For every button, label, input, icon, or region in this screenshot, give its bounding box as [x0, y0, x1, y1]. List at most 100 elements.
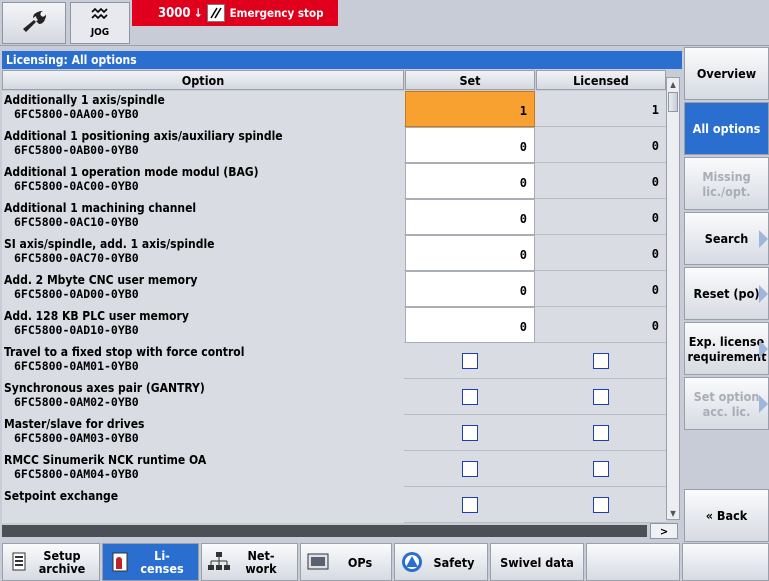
option-cell: Add. 2 Mbyte CNC user memory 6FC5800-0AD0… [2, 271, 404, 307]
scroll-right-button[interactable]: > [650, 523, 678, 539]
bottom-softkey-empty-6[interactable] [586, 543, 680, 581]
softkey-label: Net- work [245, 548, 277, 576]
softkey-label: Li- censes [140, 548, 184, 576]
softkey-label: Exp. license requirement [687, 333, 767, 364]
set-checkbox[interactable] [462, 425, 478, 441]
acknowledge-icon[interactable] [206, 4, 225, 22]
option-cell: Setpoint exchange [2, 487, 404, 523]
softkey-missing-lic-opt[interactable]: Missing lic./opt. [684, 157, 769, 210]
option-name: Additionally 1 axis/spindle [4, 93, 165, 107]
option-cell: Additional 1 machining channel 6FC5800-0A… [2, 199, 404, 235]
option-cell: Synchronous axes pair (GANTRY) 6FC5800-0A… [2, 379, 404, 415]
table-row[interactable]: Additional 1 positioning axis/auxiliary … [2, 127, 666, 163]
table-row[interactable]: Synchronous axes pair (GANTRY) 6FC5800-0A… [2, 379, 666, 415]
option-code: 6FC5800-0AM04-0YB0 [14, 467, 139, 481]
option-name: Add. 2 Mbyte CNC user memory [4, 273, 198, 287]
licensed-value: 0 [651, 319, 659, 333]
softkey-label: Set option acc. lic. [693, 388, 760, 419]
alarm-text: Emergency stop [229, 6, 324, 20]
option-name: Travel to a fixed stop with force contro… [4, 345, 245, 359]
softkey-search[interactable]: Search [684, 212, 769, 265]
set-value-field[interactable]: 0 [405, 127, 535, 163]
option-cell: Add. 128 KB PLC user memory 6FC5800-0AD10… [2, 307, 404, 343]
table-row[interactable]: Travel to a fixed stop with force contro… [2, 343, 666, 379]
softkey-label: Overview [696, 66, 757, 81]
table-row[interactable]: Master/slave for drives 6FC5800-0AM03-0YB… [2, 415, 666, 451]
set-checkbox[interactable] [462, 389, 478, 405]
set-value-field[interactable]: 0 [405, 163, 535, 199]
set-checkbox[interactable] [462, 353, 478, 369]
alarm-banner[interactable]: 3000 ↓ Emergency stop [132, 0, 338, 26]
option-name: SI axis/spindle, add. 1 axis/spindle [4, 237, 215, 251]
licensed-value: 0 [651, 283, 659, 297]
option-code: 6FC5800-0AD10-0YB0 [14, 323, 139, 337]
softkey-back[interactable]: « Back [684, 489, 769, 542]
option-code: 6FC5800-0AM02-0YB0 [14, 395, 139, 409]
softkey-exp-license-requirement[interactable]: Exp. license requirement [684, 322, 769, 375]
bottom-softkey-swivel-data[interactable]: Swivel data [490, 543, 584, 581]
softkey-label: Swivel data [500, 554, 574, 570]
table-row[interactable]: SI axis/spindle, add. 1 axis/spindle 6FC5… [2, 235, 666, 271]
set-checkbox[interactable] [462, 497, 478, 513]
bottom-softkey-net-work[interactable]: Net- work [201, 543, 298, 581]
set-checkbox[interactable] [462, 461, 478, 477]
option-name: Additional 1 operation mode modul (BAG) [4, 165, 259, 179]
set-value-field[interactable]: 0 [405, 271, 535, 307]
bottom-softkey-safety[interactable]: Safety [394, 543, 488, 581]
licensed-checkbox-cell [536, 487, 666, 523]
option-cell: Travel to a fixed stop with force contro… [2, 343, 404, 379]
option-name: Setpoint exchange [4, 489, 119, 503]
scroll-thumb[interactable] [668, 92, 678, 112]
table-row[interactable]: Additionally 1 axis/spindle 6FC5800-0AA00… [2, 91, 666, 127]
mode-display: JOG [70, 2, 130, 44]
options-table: Additionally 1 axis/spindle 6FC5800-0AA00… [2, 91, 666, 523]
scroll-up-icon[interactable]: ▲ [667, 78, 679, 90]
softkey-label: Missing lic./opt. [702, 168, 751, 199]
bottom-softkey-empty-7[interactable] [682, 543, 769, 581]
option-name: Synchronous axes pair (GANTRY) [4, 381, 205, 395]
softkey-set-option-acc-lic[interactable]: Set option acc. lic. [684, 377, 769, 430]
submenu-arrow-icon [759, 229, 768, 248]
softkey-all-options[interactable]: All options [684, 102, 769, 155]
set-value-field[interactable]: 1 [405, 91, 535, 127]
network-icon [208, 551, 230, 573]
set-value-field[interactable]: 0 [405, 307, 535, 343]
scroll-down-icon[interactable]: ▼ [667, 507, 679, 519]
table-row[interactable]: Additional 1 machining channel 6FC5800-0A… [2, 199, 666, 235]
licensed-value: 0 [651, 247, 659, 261]
tool-button[interactable] [2, 2, 66, 44]
license-icon [109, 551, 131, 573]
header-bar: JOG 3000 ↓ Emergency stop [0, 0, 769, 46]
horizontal-scrollbar: > [2, 523, 682, 539]
table-row[interactable]: Add. 2 Mbyte CNC user memory 6FC5800-0AD0… [2, 271, 666, 307]
softkey-label: Search [704, 231, 749, 246]
set-value-field[interactable]: 0 [405, 199, 535, 235]
softkey-overview[interactable]: Overview [684, 47, 769, 100]
table-row[interactable]: Add. 128 KB PLC user memory 6FC5800-0AD10… [2, 307, 666, 343]
licensed-checkbox [593, 425, 609, 441]
operator-panel-icon [307, 551, 329, 573]
option-code: 6FC5800-0AC00-0YB0 [14, 179, 139, 193]
option-name: Add. 128 KB PLC user memory [4, 309, 189, 323]
softkey-reset-po[interactable]: Reset (po) [684, 267, 769, 320]
option-code: 6FC5800-0AC70-0YB0 [14, 251, 139, 265]
option-code: 6FC5800-0AD00-0YB0 [14, 287, 139, 301]
softkey-label: Setup archive [38, 548, 86, 576]
submenu-arrow-icon [759, 339, 768, 358]
vertical-scrollbar[interactable]: ▲ ▼ [666, 77, 680, 520]
table-row[interactable]: RMCC Sinumerik NCK runtime OA 6FC5800-0AM… [2, 451, 666, 487]
table-row[interactable]: Setpoint exchange [2, 487, 666, 523]
set-value-field[interactable]: 0 [405, 235, 535, 271]
licensed-value: 0 [651, 175, 659, 189]
table-row[interactable]: Additional 1 operation mode modul (BAG) 6… [2, 163, 666, 199]
alarm-arrow-icon: ↓ [193, 6, 203, 20]
alarm-line: 3000 ↓ Emergency stop [132, 0, 769, 26]
bottom-softkey-setup-archive[interactable]: Setup archive [2, 543, 100, 581]
option-code: 6FC5800-0AM01-0YB0 [14, 359, 139, 373]
scroll-track[interactable] [2, 525, 647, 537]
option-cell: Additionally 1 axis/spindle 6FC5800-0AA00… [2, 91, 404, 127]
bottom-softkey-ops[interactable]: OPs [300, 543, 392, 581]
licensed-value: 0 [651, 139, 659, 153]
bottom-softkey-li-censes[interactable]: Li- censes [102, 543, 199, 581]
archive-icon [9, 551, 31, 573]
